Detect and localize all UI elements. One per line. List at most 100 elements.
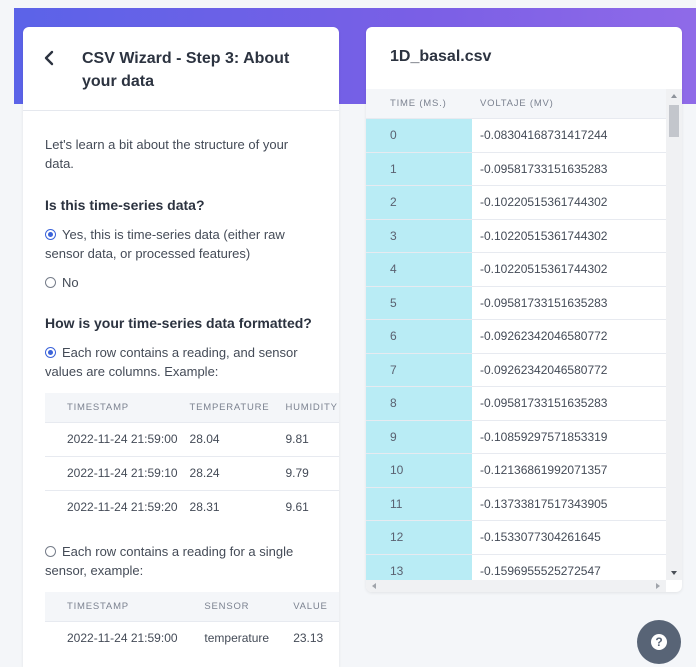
file-preview-panel: 1D_basal.csv TIME (MS.) VOLTAJE (MV) 0 -0…: [366, 27, 682, 592]
radio-timeseries-yes[interactable]: [45, 229, 56, 240]
time-cell: 2: [366, 186, 472, 219]
table-cell: 9.81: [277, 421, 339, 456]
grid-header: TIME (MS.) VOLTAJE (MV): [366, 89, 666, 118]
table-cell: 2022-11-24 21:59:00: [45, 620, 201, 655]
time-cell: 13: [366, 554, 472, 580]
wizard-title: CSV Wizard - Step 3: About your data: [82, 50, 290, 90]
help-button[interactable]: ?: [637, 620, 681, 664]
radio-format-single-sensor[interactable]: [45, 546, 56, 557]
table-cell: 2022-11-24 21:59:10: [45, 455, 186, 490]
option-label: Each row contains a reading for a single…: [45, 544, 294, 578]
table-row: 9 -0.10859297571853319: [366, 419, 666, 453]
time-cell: 3: [366, 219, 472, 252]
table-cell: 28.31: [185, 489, 278, 524]
column-header: TEMPERATURE: [185, 393, 278, 422]
vertical-scrollbar[interactable]: [666, 89, 682, 580]
option-timeseries-yes[interactable]: Yes, this is time-series data (either ra…: [45, 225, 317, 263]
voltage-cell: -0.10220515361744302: [480, 228, 608, 243]
time-cell: 5: [366, 286, 472, 319]
voltage-cell: -0.12136861992071357: [480, 463, 608, 477]
time-cell: 6: [366, 320, 472, 353]
table-cell: 23.13: [285, 620, 339, 655]
column-header: TIMESTAMP: [45, 592, 201, 621]
radio-format-columns[interactable]: [45, 347, 56, 358]
scroll-up-icon[interactable]: [671, 94, 677, 98]
data-grid[interactable]: TIME (MS.) VOLTAJE (MV) 0 -0.083041687314…: [366, 89, 666, 580]
voltage-cell: -0.10220515361744302: [480, 195, 608, 209]
table-row: 4 -0.10220515361744302: [366, 252, 666, 286]
time-cell: 12: [366, 521, 472, 554]
table-cell: 28.24: [185, 455, 278, 490]
table-row: 2022-11-24 21:59:00 temperature 23.13: [45, 620, 339, 655]
table-row: 11 -0.13733817517343905: [366, 486, 666, 520]
voltage-cell: -0.10859297571853319: [480, 429, 608, 444]
table-row: 1 -0.09581733151635283: [366, 151, 666, 185]
column-header: SENSOR: [200, 592, 286, 621]
time-cell: 11: [366, 487, 472, 520]
table-cell: 28.04: [185, 421, 278, 456]
chevron-left-icon: [44, 50, 54, 66]
voltage-cell: -0.1596955525272547: [480, 563, 601, 578]
example-table-single-sensor: TIMESTAMP SENSOR VALUE 2022-11-24 21:59:…: [45, 592, 339, 655]
voltage-cell: -0.13733817517343905: [480, 496, 608, 511]
back-button[interactable]: [43, 49, 59, 67]
table-row: 5 -0.09581733151635283: [366, 285, 666, 319]
table-row: 10 -0.12136861992071357: [366, 453, 666, 487]
voltage-cell: -0.09262342046580772: [480, 329, 608, 343]
intro-text: Let's learn a bit about the structure of…: [45, 137, 289, 171]
option-timeseries-no[interactable]: No: [45, 273, 317, 292]
voltage-cell: -0.08304168731417244: [480, 128, 608, 142]
table-row: 8 -0.09581733151635283: [366, 386, 666, 420]
voltage-cell: -0.09581733151635283: [480, 295, 608, 310]
table-cell: 2022-11-24 21:59:00: [45, 421, 186, 456]
wizard-panel: CSV Wizard - Step 3: About your data Let…: [23, 27, 339, 667]
time-cell: 8: [366, 387, 472, 420]
table-cell: temperature: [200, 620, 286, 655]
option-format-single-sensor[interactable]: Each row contains a reading for a single…: [45, 542, 317, 580]
help-icon: ?: [651, 634, 667, 650]
time-cell: 9: [366, 420, 472, 453]
table-row: 2 -0.10220515361744302: [366, 185, 666, 219]
table-row: 2022-11-24 21:59:10 28.24 9.79: [45, 455, 339, 490]
voltage-cell: -0.09581733151635283: [480, 161, 608, 176]
example-table-columns: TIMESTAMP TEMPERATURE HUMIDITY 2022-11-2…: [45, 393, 339, 524]
table-row: 6 -0.09262342046580772: [366, 319, 666, 353]
table-cell: 9.61: [277, 489, 339, 524]
grid-rows: 0 -0.08304168731417244 1 -0.095817331516352…: [366, 118, 666, 580]
column-header-time[interactable]: TIME (MS.): [366, 89, 472, 118]
table-row: 2022-11-24 21:59:20 28.31 9.61: [45, 489, 339, 524]
question-timeseries: Is this time-series data?: [45, 197, 205, 213]
scroll-down-icon[interactable]: [671, 571, 677, 575]
column-header: HUMIDITY: [277, 393, 339, 422]
voltage-cell: -0.1533077304261645: [480, 530, 601, 544]
option-format-columns[interactable]: Each row contains a reading, and sensor …: [45, 343, 317, 381]
table-row: 2022-11-24 21:59:00 28.04 9.81: [45, 421, 339, 456]
time-cell: 7: [366, 353, 472, 386]
time-cell: 1: [366, 152, 472, 185]
table-cell: 9.79: [277, 455, 339, 490]
table-row: 7 -0.09262342046580772: [366, 352, 666, 386]
table-row: 0 -0.08304168731417244: [366, 118, 666, 152]
table-row: 12 -0.1533077304261645: [366, 520, 666, 554]
scroll-right-icon[interactable]: [656, 583, 660, 589]
question-format: How is your time-series data formatted?: [45, 315, 312, 331]
scroll-left-icon[interactable]: [372, 583, 376, 589]
scroll-thumb[interactable]: [669, 105, 679, 137]
column-header-voltage[interactable]: VOLTAJE (MV): [472, 89, 554, 118]
voltage-cell: -0.09262342046580772: [480, 362, 608, 377]
option-label: Yes, this is time-series data (either ra…: [45, 227, 285, 261]
column-header: VALUE: [285, 592, 339, 621]
voltage-cell: -0.10220515361744302: [480, 262, 608, 276]
time-cell: 4: [366, 253, 472, 286]
file-name: 1D_basal.csv: [390, 48, 492, 65]
wizard-body: Let's learn a bit about the structure of…: [23, 111, 339, 655]
time-cell: 0: [366, 119, 472, 152]
radio-timeseries-no[interactable]: [45, 277, 56, 288]
option-label: No: [62, 275, 79, 290]
option-label: Each row contains a reading, and sensor …: [45, 345, 298, 379]
table-cell: 2022-11-24 21:59:20: [45, 489, 186, 524]
horizontal-scrollbar[interactable]: [366, 580, 666, 592]
table-row: 13 -0.1596955525272547: [366, 553, 666, 580]
wizard-header: CSV Wizard - Step 3: About your data: [23, 27, 339, 111]
column-header: TIMESTAMP: [45, 393, 186, 422]
